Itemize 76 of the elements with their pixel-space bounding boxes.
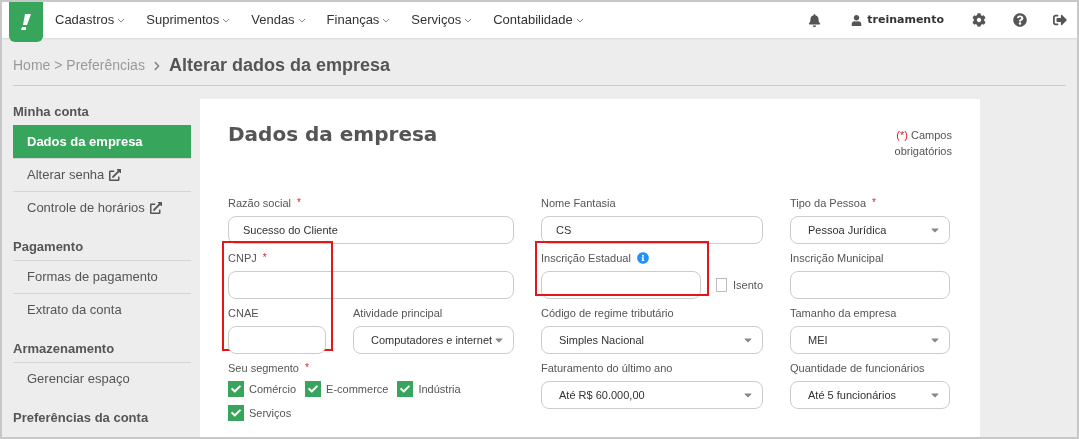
select-field[interactable]: MEI	[790, 326, 950, 354]
checkbox-label: Indústria	[418, 382, 461, 397]
field-label: Nome Fantasia	[541, 195, 616, 211]
help-icon[interactable]	[1013, 13, 1027, 27]
field-label: Inscrição Estadual	[541, 250, 631, 266]
checkbox-label: Serviços	[249, 405, 292, 421]
sidebar-item[interactable]: Extrato da conta	[13, 293, 191, 326]
required-asterisk: *	[297, 198, 301, 208]
checkbox[interactable]	[397, 381, 414, 398]
text-field[interactable]	[541, 271, 701, 299]
field-label: Tamanho da empresa	[790, 305, 897, 321]
text-field[interactable]	[228, 271, 514, 299]
chevron-icon	[464, 17, 473, 23]
field-label: Faturamento do último ano	[541, 360, 673, 376]
check-icon	[231, 384, 241, 395]
field-label: Razão social	[228, 195, 291, 211]
logout-icon[interactable]	[1053, 13, 1067, 27]
menu-item[interactable]: Vendas	[251, 10, 306, 30]
menu-item[interactable]: Finanças	[326, 10, 391, 30]
text-field[interactable]: Sucesso do Cliente	[228, 216, 514, 244]
sidebar-section-title: Minha conta	[13, 103, 90, 122]
card-title: Dados da empresa	[228, 121, 438, 148]
logo[interactable]	[9, 2, 43, 42]
user-menu[interactable]: treinamento	[851, 11, 944, 29]
field-label: CNAE	[228, 305, 259, 321]
checkbox[interactable]	[716, 278, 728, 292]
select-field[interactable]: Simples Nacional	[541, 326, 763, 354]
check-icon	[231, 407, 241, 418]
chevron-icon	[117, 17, 126, 23]
select-field[interactable]: Pessoa Jurídica	[790, 216, 950, 244]
text-field[interactable]	[228, 326, 326, 354]
check-icon	[400, 384, 411, 395]
checkbox-label: Isento	[733, 277, 763, 293]
checkbox-label: E-commerce	[326, 382, 389, 397]
checkbox[interactable]	[305, 381, 322, 398]
select-field[interactable]: Até R$ 60.000,00	[541, 381, 763, 409]
checkbox-label: Comércio	[249, 382, 297, 397]
chevron-icon	[297, 17, 306, 23]
checkbox[interactable]	[228, 381, 244, 398]
text-field[interactable]: CS	[541, 216, 763, 244]
chevron-icon	[152, 60, 161, 71]
menu-item[interactable]: Serviços	[411, 10, 473, 30]
chevron-icon	[382, 17, 391, 23]
text-field[interactable]	[790, 271, 950, 299]
select-field[interactable]: Computadores e internet	[353, 326, 514, 354]
info-icon[interactable]	[636, 252, 649, 264]
required-note: (*) Campos obrigatórios	[893, 128, 952, 159]
page-title: Alterar dados da empresa	[168, 54, 390, 77]
sidebar-section-title: Armazenamento	[13, 340, 116, 359]
field-label: Seu segmento	[228, 360, 299, 376]
sidebar-section-title: Preferências da conta	[13, 409, 150, 428]
menu-item[interactable]: Cadastros	[55, 10, 126, 30]
sidebar-item[interactable]: Formas de pagamento	[13, 260, 191, 293]
field-label: Quantidade de funcionários	[790, 360, 925, 376]
menu-item[interactable]: Contabilidade	[493, 10, 584, 30]
sidebar-item[interactable]: Alterar senha	[13, 158, 191, 191]
sidebar-item[interactable]: Gerenciar espaço	[13, 362, 191, 395]
notification-icon[interactable]	[808, 13, 822, 27]
select-field[interactable]: Até 5 funcionários	[790, 381, 950, 409]
field-label: Atividade principal	[353, 305, 443, 321]
required-asterisk: *	[872, 198, 876, 208]
check-icon	[308, 384, 319, 395]
field-label: Código de regime tributário	[541, 305, 674, 321]
required-asterisk: *	[262, 253, 267, 263]
user-icon	[851, 14, 863, 26]
menu-item[interactable]: Suprimentos	[146, 10, 231, 30]
sidebar-section-title: Pagamento	[13, 238, 85, 257]
field-label: Tipo da Pessoa	[790, 195, 867, 211]
chevron-icon	[222, 17, 231, 23]
field-label: CNPJ	[228, 250, 257, 266]
settings-icon[interactable]	[972, 13, 986, 27]
sidebar-item[interactable]: Controle de horários	[13, 191, 191, 224]
chevron-icon	[575, 17, 584, 23]
checkbox[interactable]	[228, 404, 244, 421]
required-asterisk: *	[304, 363, 309, 373]
field-label: Inscrição Municipal	[790, 250, 884, 266]
